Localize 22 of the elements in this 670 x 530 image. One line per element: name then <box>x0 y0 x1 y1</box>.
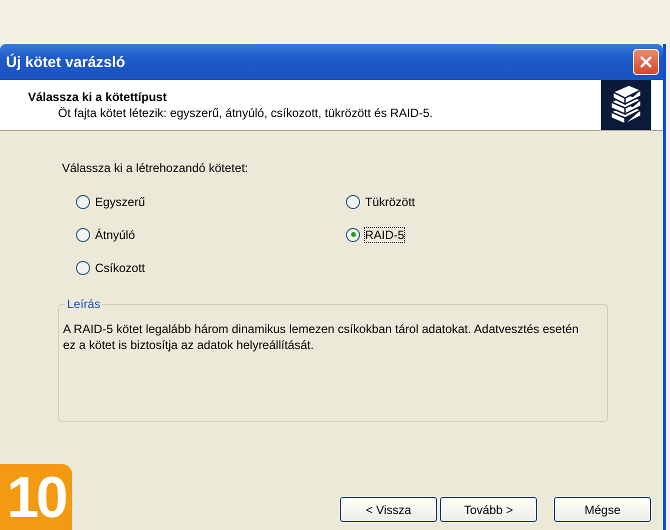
radio-option[interactable]: Egyszerű <box>76 185 346 218</box>
radio-option[interactable]: RAID-5 <box>346 218 616 251</box>
wizard-button[interactable]: Tovább > <box>440 497 537 522</box>
step-badge: 10 <box>0 464 72 530</box>
header-title: Válassza ki a kötettípust <box>28 90 168 104</box>
description-text: A RAID-5 kötet legalább három dinamikus lemezen csíkokban tárol adatokat. Adatvesztés esetén ez a kötet is biztosítja az adatok helyreállítását. <box>63 321 580 353</box>
wizard-button[interactable]: Mégse <box>554 497 651 522</box>
group-title: Leírás <box>65 297 102 311</box>
wizard-button[interactable]: < Vissza <box>340 497 437 522</box>
header-subtitle: Öt fajta kötet létezik: egyszerű, átnyúló, csíkozott, tükrözött és RAID-5. <box>57 106 433 120</box>
window-title: Új kötet varázsló <box>6 54 126 70</box>
close-icon <box>639 55 653 69</box>
prompt-label: Válassza ki a létrehozandó kötetet: <box>62 161 250 175</box>
radio-button[interactable] <box>76 260 90 274</box>
radio-option[interactable]: Átnyúló <box>76 218 346 251</box>
radio-option[interactable]: Csíkozott <box>76 251 346 284</box>
radio-button[interactable] <box>346 228 360 242</box>
radio-button[interactable] <box>76 228 90 242</box>
radio-button[interactable] <box>346 194 360 208</box>
close-button[interactable] <box>633 49 659 75</box>
radio-button[interactable] <box>76 194 90 208</box>
radio-option[interactable]: Tükrözött <box>346 185 616 218</box>
